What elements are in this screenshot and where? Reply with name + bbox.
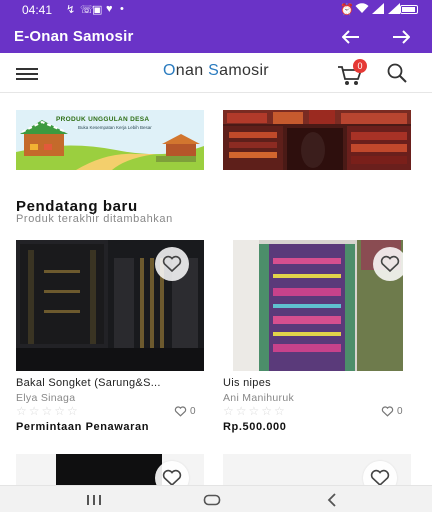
- wishlist-button[interactable]: [155, 247, 189, 281]
- dot-icon: •: [120, 3, 124, 15]
- product-seller: Elya Sinaga: [16, 392, 76, 404]
- notification-icon: ↯: [66, 4, 76, 16]
- product-image[interactable]: [233, 240, 403, 371]
- banner-textile-shop[interactable]: [223, 110, 411, 170]
- back-button[interactable]: [336, 23, 366, 51]
- forward-arrow-icon: [393, 30, 410, 44]
- alarm-icon: ⏰: [340, 4, 354, 16]
- product-image[interactable]: [16, 240, 204, 371]
- section-subtitle: Produk terakhir ditambahkan: [16, 213, 173, 225]
- product-seller: Ani Manihuruk: [223, 392, 295, 404]
- app-icon: ♥: [106, 3, 113, 15]
- cart-button[interactable]: 0: [337, 59, 369, 87]
- heart-icon: [174, 406, 187, 417]
- heart-icon: [381, 406, 394, 417]
- wishlist-button[interactable]: [373, 247, 403, 281]
- signal-icon: [372, 3, 384, 17]
- wifi-icon: [355, 3, 369, 17]
- status-time: 04:41: [22, 3, 53, 17]
- product-price: Rp.500.000: [223, 421, 287, 433]
- banner-produk-unggulan[interactable]: PRODUK UNGGULAN DESA Buka Kesempatan Ker…: [16, 110, 204, 170]
- forward-button[interactable]: [386, 23, 416, 51]
- heart-icon: [162, 469, 182, 486]
- search-button[interactable]: [386, 62, 410, 86]
- product-rating: ☆☆☆☆☆: [16, 404, 80, 418]
- back-chevron-icon: [327, 492, 336, 507]
- home-icon: [203, 494, 221, 505]
- back-nav-button[interactable]: [312, 486, 352, 512]
- product-price: Permintaan Penawaran: [16, 421, 150, 433]
- likes-count: 0: [397, 406, 403, 417]
- banner-title: PRODUK UNGGULAN DESA: [56, 116, 150, 123]
- heart-icon: [162, 255, 182, 273]
- status-bar: 04:41 ↯ ☏ ▣ ♥ • ⏰: [0, 0, 432, 20]
- textile-shop-photo: [223, 110, 411, 170]
- likes-count: 0: [190, 406, 196, 417]
- product-likes: 0: [174, 406, 196, 417]
- home-button[interactable]: [192, 486, 232, 512]
- back-arrow-icon: [342, 30, 359, 44]
- product-name[interactable]: Uis nipes: [223, 377, 411, 389]
- product-likes: 0: [381, 406, 403, 417]
- product-card[interactable]: [223, 454, 411, 486]
- app-bar: E-Onan Samosir: [0, 20, 432, 53]
- product-name[interactable]: Bakal Songket (Sarung&S...: [16, 377, 204, 389]
- battery-icon: [400, 5, 418, 14]
- product-card: Uis nipes Ani Manihuruk ☆☆☆☆☆ 0 Rp.500.0…: [223, 240, 411, 433]
- search-icon: [387, 63, 407, 83]
- banner-subtitle: Buka Kesempatan Kerja Lebih Besar: [78, 125, 152, 130]
- store-header: Onan Samosir 0: [0, 53, 432, 93]
- product-rating: ☆☆☆☆☆: [223, 404, 287, 418]
- system-nav-bar: [0, 485, 432, 512]
- recent-apps-button[interactable]: [74, 486, 114, 512]
- product-card[interactable]: [16, 454, 204, 486]
- cart-count-badge: 0: [353, 59, 367, 73]
- heart-icon: [380, 255, 400, 273]
- heart-icon: [370, 469, 390, 486]
- message-icon: ▣: [92, 4, 103, 16]
- product-card: Bakal Songket (Sarung&S... Elya Sinaga ☆…: [16, 240, 204, 433]
- recent-apps-icon: [87, 494, 101, 505]
- app-title: E-Onan Samosir: [14, 28, 134, 45]
- signal-icon: [388, 3, 400, 17]
